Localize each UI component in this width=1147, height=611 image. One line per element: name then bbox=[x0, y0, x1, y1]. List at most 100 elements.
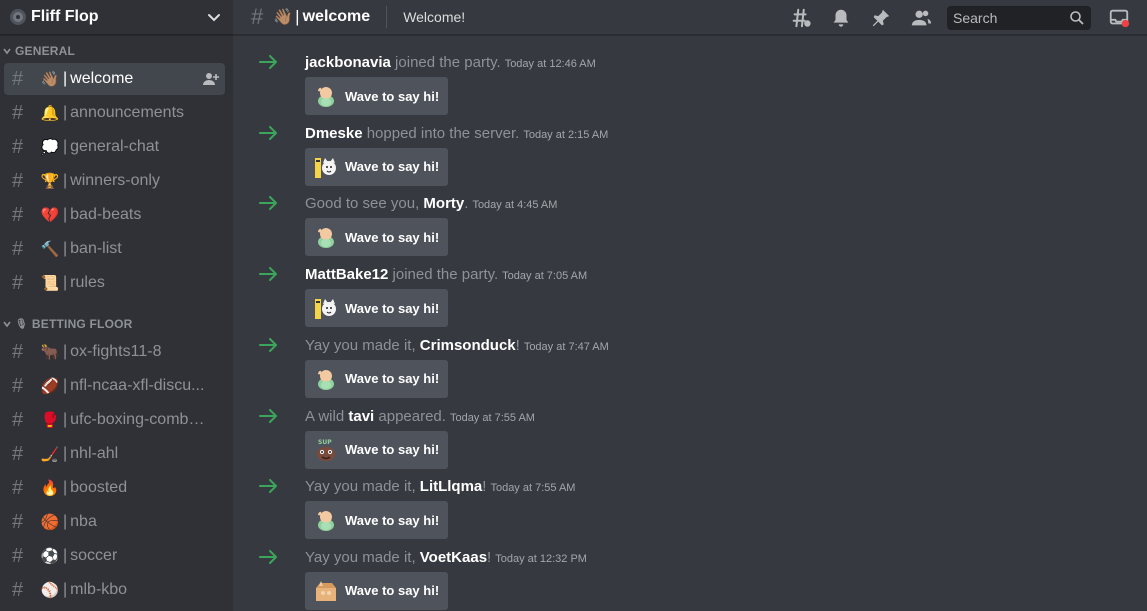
message-suffix: ! bbox=[482, 478, 487, 496]
wumpus-wave-sticker-icon bbox=[313, 224, 339, 250]
system-join-message: Yay you made it, Crimsonduck! Today at 7:… bbox=[233, 327, 1147, 398]
channel-separator: | bbox=[63, 138, 68, 155]
wave-to-say-hi-button[interactable]: Wave to say hi! bbox=[305, 147, 448, 186]
wave-to-say-hi-button[interactable]: Wave to say hi! bbox=[305, 218, 448, 257]
search-input[interactable] bbox=[953, 9, 1069, 26]
join-arrow-icon bbox=[259, 196, 277, 211]
waving-hand-icon: 👋🏽 bbox=[273, 9, 294, 26]
cat-sign-sticker-icon bbox=[313, 295, 339, 321]
channel-separator: | bbox=[63, 343, 68, 360]
join-message-text: jackbonavia joined the party. Today at 12… bbox=[305, 54, 596, 71]
wave-to-say-hi-button[interactable]: SUP Wave to say hi! bbox=[305, 430, 448, 469]
channel-separator: | bbox=[63, 513, 68, 530]
join-arrow-icon bbox=[259, 55, 277, 69]
channel-soccer[interactable]: # ⚽ | soccer bbox=[4, 540, 225, 572]
channel-emoji-icon: ⚾ bbox=[40, 582, 60, 599]
username[interactable]: tavi bbox=[348, 408, 374, 425]
join-message-text: Yay you made it, VoetKaas! Today at 12:32… bbox=[305, 549, 587, 566]
search-bar[interactable] bbox=[947, 5, 1091, 30]
channel-separator: | bbox=[63, 479, 68, 496]
channel-emoji-icon: 🥊 bbox=[40, 412, 60, 429]
pin-icon[interactable] bbox=[869, 6, 893, 30]
wave-to-say-hi-button[interactable]: Wave to say hi! bbox=[305, 289, 448, 328]
wave-button-label: Wave to say hi! bbox=[345, 371, 440, 387]
wave-to-say-hi-button[interactable]: Wave to say hi! bbox=[305, 359, 448, 398]
channel-general-chat[interactable]: # 💭 | general-chat bbox=[4, 131, 225, 163]
channel-title: welcome bbox=[302, 8, 371, 25]
username[interactable]: VoetKaas bbox=[420, 549, 487, 566]
join-arrow-icon bbox=[259, 549, 277, 564]
box-wave-sticker-icon bbox=[313, 578, 339, 604]
message-suffix: . bbox=[464, 195, 469, 213]
threads-icon[interactable] bbox=[789, 6, 813, 30]
channel-ufc-boxing-comba[interactable]: # 🥊 | ufc-boxing-comba... bbox=[4, 404, 225, 436]
username[interactable]: jackbonavia bbox=[305, 54, 391, 71]
wumpus-wave-sticker-icon bbox=[313, 507, 339, 533]
text-channel-icon: # bbox=[12, 510, 24, 533]
channel-announcements[interactable]: # 🔔 | announcements bbox=[4, 97, 225, 129]
timestamp: Today at 7:55 AM bbox=[449, 411, 535, 424]
member-list-icon[interactable] bbox=[909, 6, 933, 30]
category-general[interactable]: GENERAL bbox=[0, 40, 233, 62]
channel-welcome[interactable]: # 👋🏽 | welcome bbox=[4, 63, 225, 95]
username[interactable]: Dmeske bbox=[305, 125, 363, 142]
channel-name: welcome bbox=[70, 70, 134, 87]
channel-nfl-ncaa-xfl-discu[interactable]: # 🏈 | nfl-ncaa-xfl-discu... bbox=[4, 370, 225, 402]
wave-to-say-hi-button[interactable]: Wave to say hi! bbox=[305, 501, 448, 540]
betting-channel-list: # 🐂 | ox-fights11-8 # 🏈 | nfl-ncaa-xfl-discu...… bbox=[0, 336, 233, 606]
channel-nhl-ahl[interactable]: # 🏒 | nhl-ahl bbox=[4, 438, 225, 470]
username[interactable]: Crimsonduck bbox=[420, 337, 516, 354]
general-channel-list: # 👋🏽 | welcome # 🔔 | announcements # 💭 | general-ch… bbox=[0, 63, 233, 299]
message-list: jackbonavia joined the party. Today at 12… bbox=[233, 36, 1147, 611]
wave-button-label: Wave to say hi! bbox=[345, 300, 440, 316]
channel-ox-fights11-8[interactable]: # 🐂 | ox-fights11-8 bbox=[4, 336, 225, 368]
channel-name: announcements bbox=[70, 104, 185, 121]
username[interactable]: Morty bbox=[423, 195, 464, 212]
channel-name: soccer bbox=[70, 547, 118, 564]
chevron-down-icon[interactable] bbox=[207, 10, 221, 24]
notification-bell-icon[interactable] bbox=[829, 6, 853, 30]
server-icon bbox=[10, 9, 26, 25]
header-toolbar bbox=[789, 0, 1147, 35]
channel-separator: | bbox=[63, 206, 68, 223]
channel-name: nba bbox=[70, 513, 97, 530]
channel-rules[interactable]: # 📜 | rules bbox=[4, 267, 225, 299]
channel-mlb-kbo[interactable]: # ⚾ | mlb-kbo bbox=[4, 574, 225, 606]
username[interactable]: MattBake12 bbox=[305, 266, 388, 283]
wave-to-say-hi-button[interactable]: Wave to say hi! bbox=[305, 77, 448, 115]
join-message-text: Dmeske hopped into the server. Today at 2… bbox=[305, 125, 608, 142]
chevron-down-icon bbox=[3, 321, 11, 328]
message-suffix: appeared. bbox=[374, 407, 446, 425]
chevron-down-icon bbox=[3, 48, 11, 55]
channel-topic[interactable]: Welcome! bbox=[403, 9, 465, 25]
join-message-text: Yay you made it, Crimsonduck! Today at 7:… bbox=[305, 337, 609, 354]
header-divider bbox=[386, 6, 388, 28]
search-icon bbox=[1070, 10, 1084, 25]
message-suffix: joined the party. bbox=[390, 54, 501, 71]
channel-winners-only[interactable]: # 🏆 | winners-only bbox=[4, 165, 225, 197]
username[interactable]: LitLlqma bbox=[420, 478, 483, 495]
channel-nba[interactable]: # 🏀 | nba bbox=[4, 506, 225, 538]
inbox-icon[interactable] bbox=[1107, 6, 1131, 30]
channel-boosted[interactable]: # 🔥 | boosted bbox=[4, 472, 225, 504]
channel-name: nfl-ncaa-xfl-discu... bbox=[70, 377, 205, 394]
channel-ban-list[interactable]: # 🔨 | ban-list bbox=[4, 233, 225, 265]
channel-separator: | bbox=[63, 104, 68, 121]
channel-name: rules bbox=[70, 274, 105, 291]
text-channel-icon: # bbox=[12, 237, 24, 260]
channel-separator: | bbox=[63, 172, 68, 189]
channel-emoji-icon: 💭 bbox=[40, 139, 60, 156]
system-join-message: A wild tavi appeared. Today at 7:55 AM SUP… bbox=[233, 398, 1147, 469]
timestamp: Today at 4:45 AM bbox=[472, 199, 558, 212]
channel-bad-beats[interactable]: # 💔 | bad-beats bbox=[4, 199, 225, 231]
channel-emoji-icon: ⚽ bbox=[40, 548, 60, 565]
join-arrow-icon bbox=[259, 267, 277, 282]
microphone-icon: 🎙 bbox=[15, 318, 28, 330]
wave-to-say-hi-button[interactable]: Wave to say hi! bbox=[305, 571, 448, 610]
server-header[interactable]: Fliff Flop bbox=[0, 0, 233, 35]
create-invite-icon[interactable] bbox=[203, 71, 219, 87]
category-betting-floor[interactable]: 🎙 BETTING FLOOR bbox=[0, 313, 233, 335]
channel-separator: | bbox=[63, 377, 68, 394]
channel-name: general-chat bbox=[70, 138, 160, 155]
text-channel-icon: # bbox=[12, 67, 24, 90]
